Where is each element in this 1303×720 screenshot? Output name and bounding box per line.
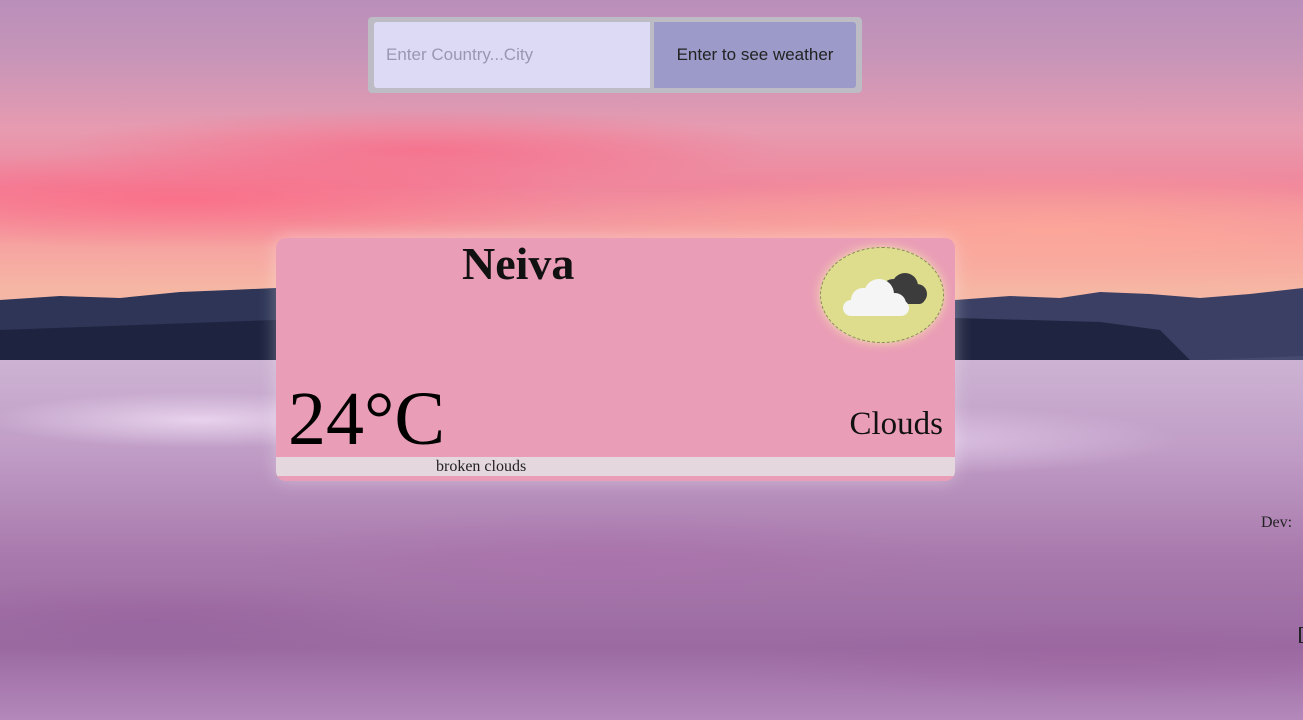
weather-description: broken clouds (436, 458, 527, 475)
offscreen-link-edge[interactable] (1299, 627, 1303, 643)
weather-icon-badge (820, 247, 944, 343)
broken-clouds-icon (843, 273, 927, 316)
weather-condition: Clouds (849, 406, 943, 442)
description-bar: broken clouds (276, 457, 955, 476)
location-search-input[interactable] (374, 22, 650, 88)
weather-card: Neiva 24°C Clouds broken clouds (276, 238, 955, 481)
search-bar: Enter to see weather (368, 17, 862, 93)
dev-credit: Dev: (1261, 514, 1293, 531)
city-name: Neiva (462, 238, 575, 289)
temperature-value: 24°C (288, 377, 446, 461)
see-weather-button[interactable]: Enter to see weather (654, 22, 856, 88)
